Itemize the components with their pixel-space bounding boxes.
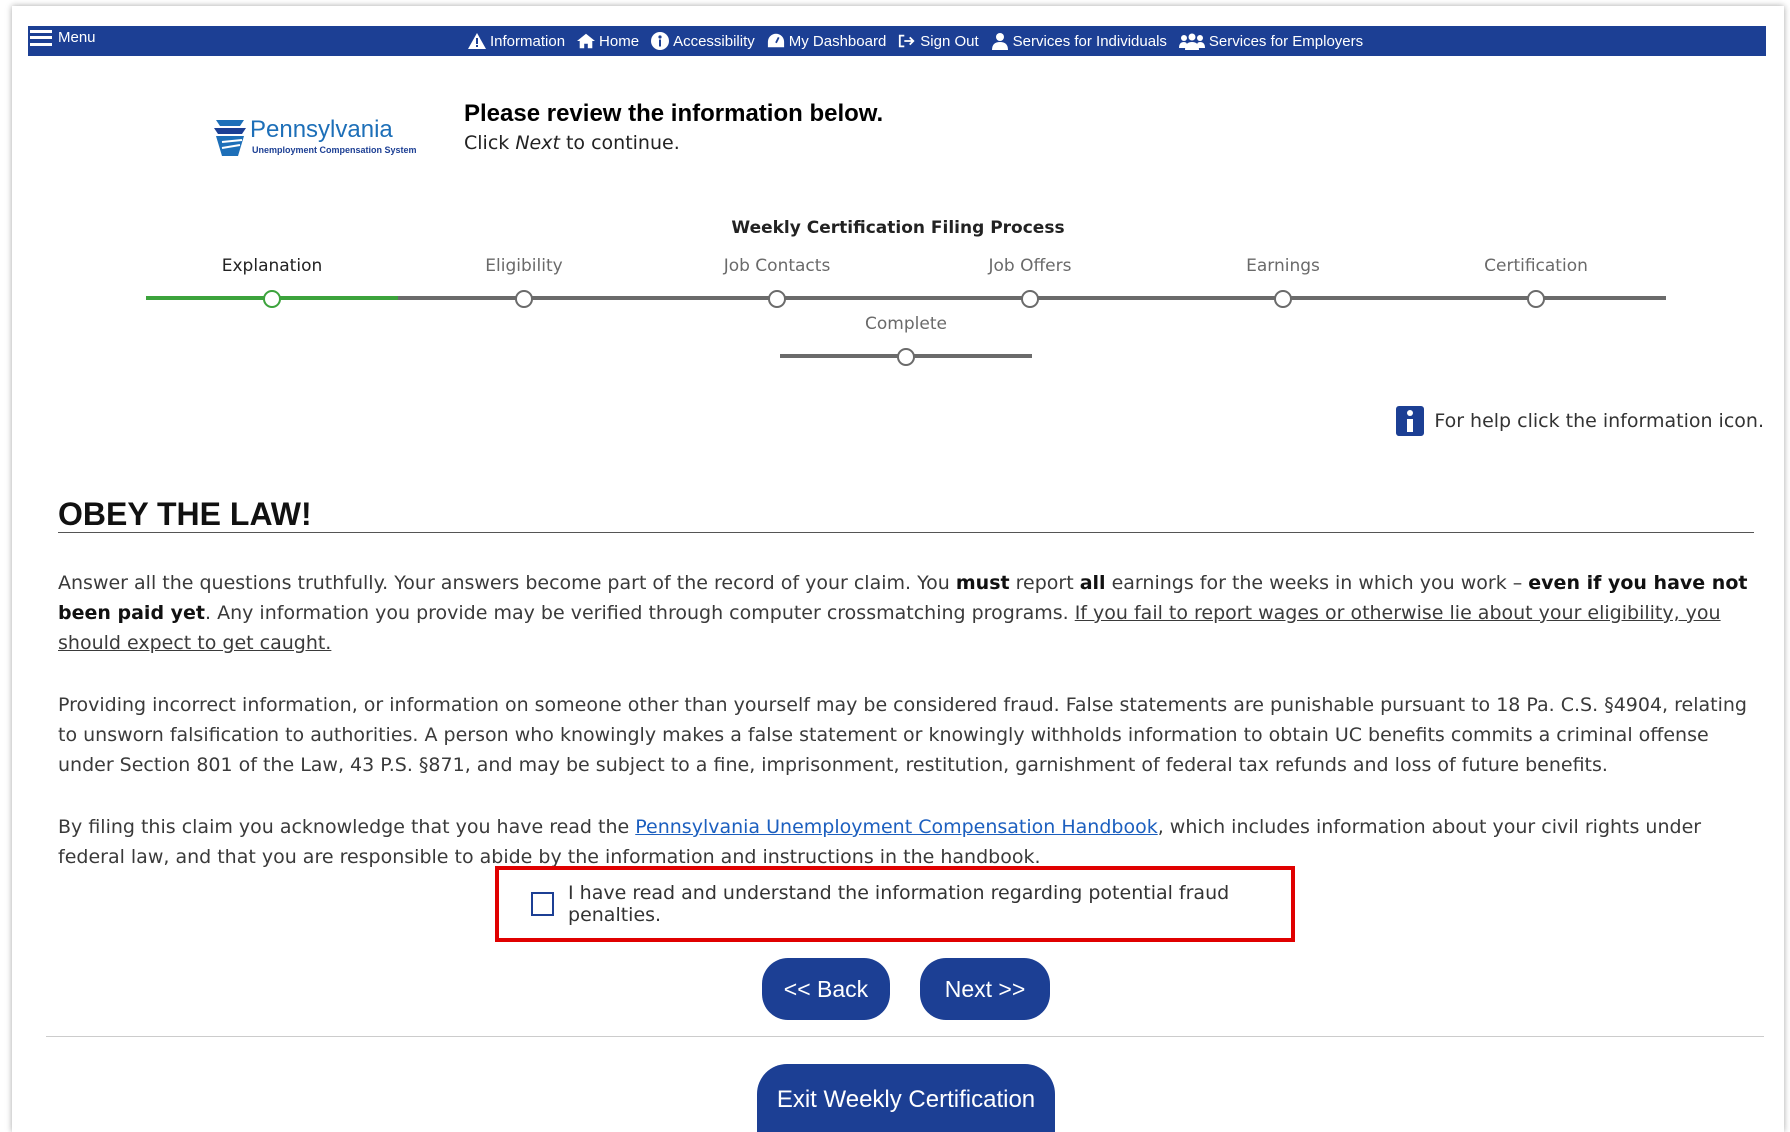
help-text: For help click the information icon. (1434, 410, 1764, 432)
page-title: Please review the information below. (464, 100, 884, 127)
logo-title: Pennsylvania (250, 116, 393, 143)
home-icon (577, 32, 596, 50)
step-dot (897, 348, 915, 366)
step-label: Complete (865, 314, 947, 334)
handbook-link[interactable]: Pennsylvania Unemployment Compensation H… (635, 816, 1157, 838)
sign-out-icon (898, 32, 916, 50)
step-complete-item: Complete (780, 314, 1032, 366)
users-icon (1178, 32, 1205, 50)
step-label: Certification (1484, 256, 1588, 276)
paragraph-truthful: Answer all the questions truthfully. You… (58, 572, 1748, 654)
nav-link-home[interactable]: Home (577, 32, 639, 50)
info-icon[interactable] (1396, 406, 1425, 436)
step-explanation: Explanation (146, 256, 398, 308)
step-dot (1274, 290, 1292, 308)
paragraph-fraud: Providing incorrect information, or info… (58, 694, 1747, 776)
step-label: Earnings (1246, 256, 1320, 276)
keystone-icon (214, 120, 246, 156)
step-label: Explanation (221, 256, 323, 276)
step-job-offers: Job Offers (904, 256, 1156, 308)
step-dot (1021, 290, 1039, 308)
nav-link-services-employers[interactable]: Services for Employers (1178, 32, 1363, 50)
acknowledge-highlight: I have read and understand the informati… (495, 866, 1295, 942)
step-label: Eligibility (485, 256, 563, 276)
nav-link-sign-out[interactable]: Sign Out (898, 32, 979, 50)
divider (46, 1036, 1764, 1037)
exit-certification-button[interactable]: Exit Weekly Certification (757, 1064, 1055, 1132)
step-dot (263, 290, 281, 308)
acknowledge-checkbox[interactable] (531, 892, 555, 916)
menu-button[interactable]: Menu (30, 29, 96, 46)
step-dot (768, 290, 786, 308)
progress-steps: Explanation Eligibility Job Contacts Job… (146, 256, 1666, 316)
nav-links: Information Home Accessibility My Dashbo… (468, 26, 1363, 56)
paragraph-handbook: By filing this claim you acknowledge tha… (58, 816, 1702, 868)
page-subtitle: Click Next to continue. (464, 132, 680, 154)
step-label: Job Contacts (723, 256, 831, 276)
step-job-contacts: Job Contacts (651, 256, 903, 308)
section-heading: OBEY THE LAW! (58, 496, 1754, 533)
hamburger-icon (30, 29, 52, 46)
step-eligibility: Eligibility (398, 256, 650, 308)
nav-link-information[interactable]: Information (468, 32, 565, 50)
accessibility-icon (651, 32, 670, 50)
page-frame: Menu Information Home Accessibility My D… (12, 6, 1784, 1132)
step-earnings: Earnings (1157, 256, 1409, 308)
step-complete: Complete (780, 314, 1032, 374)
step-label: Job Offers (988, 256, 1072, 276)
help-hint: For help click the information icon. (1396, 406, 1764, 436)
logo-subtitle: Unemployment Compensation System (252, 145, 417, 155)
step-certification: Certification (1410, 256, 1662, 308)
top-nav: Menu Information Home Accessibility My D… (28, 26, 1766, 56)
dashboard-icon (767, 32, 785, 50)
nav-link-accessibility[interactable]: Accessibility (651, 32, 755, 50)
back-button[interactable]: << Back (762, 958, 890, 1020)
pennsylvania-logo[interactable]: Pennsylvania Unemployment Compensation S… (212, 112, 442, 162)
step-dot (515, 290, 533, 308)
next-button[interactable]: Next >> (920, 958, 1050, 1020)
process-title: Weekly Certification Filing Process (731, 218, 1065, 238)
nav-link-services-individuals[interactable]: Services for Individuals (991, 32, 1167, 50)
warning-icon (468, 32, 486, 50)
acknowledge-label[interactable]: I have read and understand the informati… (568, 882, 1291, 926)
user-icon (991, 32, 1009, 50)
nav-link-my-dashboard[interactable]: My Dashboard (767, 32, 886, 50)
menu-label: Menu (58, 29, 96, 46)
step-dot (1527, 290, 1545, 308)
